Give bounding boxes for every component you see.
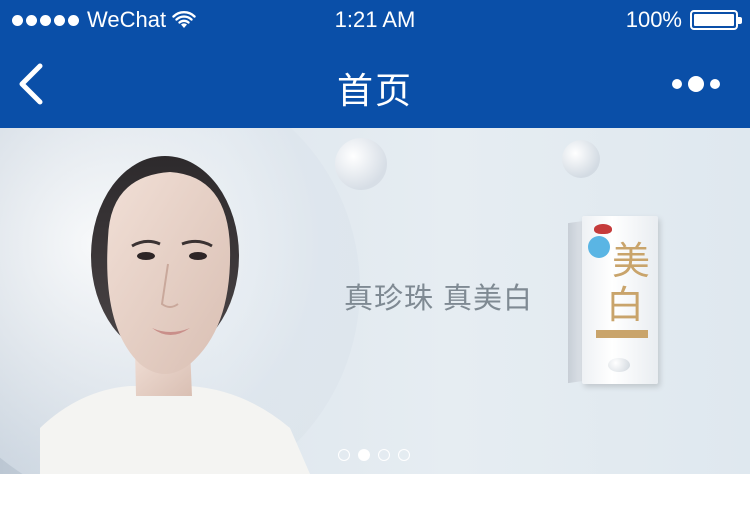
product-label-stripe: [596, 330, 648, 338]
promo-banner[interactable]: 真珍珠 真美白 美 白: [0, 128, 750, 474]
battery-percentage: 100%: [625, 7, 682, 32]
status-bar: WeChat 1:21 AM 100%: [0, 0, 750, 40]
page-title: 首页: [336, 70, 413, 111]
brand-logo-icon: [594, 224, 612, 234]
pearl-decoration: [335, 138, 387, 190]
battery-level-fill: [694, 14, 734, 26]
more-options-button[interactable]: [672, 72, 728, 96]
navigation-bar: 首页: [0, 40, 750, 128]
carousel-indicator: [338, 449, 410, 461]
carousel-dot[interactable]: [398, 449, 410, 461]
more-dots-icon: [672, 79, 682, 89]
product-box-image: 美 白: [582, 216, 658, 384]
pearl-decoration: [562, 140, 600, 178]
product-box-char: 白: [606, 283, 645, 327]
carousel-dot[interactable]: [338, 449, 350, 461]
banner-tagline: 真珍珠 真美白: [344, 283, 534, 315]
battery-icon: [690, 10, 742, 30]
product-badge-icon: [588, 236, 610, 258]
carousel-dot[interactable]: [378, 449, 390, 461]
model-portrait-image: [40, 156, 310, 474]
pearl-icon: [608, 358, 630, 372]
carousel-dot[interactable]: [358, 449, 370, 461]
status-right: 100%: [625, 7, 742, 33]
